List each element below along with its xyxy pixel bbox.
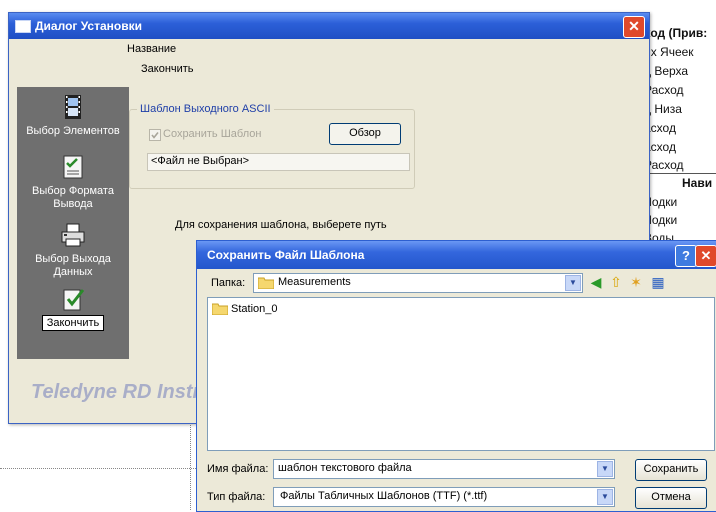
bg-doc-line: Нави xyxy=(682,176,713,190)
save-title: Сохранить Файл Шаблона xyxy=(207,248,365,262)
up-folder-icon[interactable]: ⇧ xyxy=(607,273,625,291)
save-button[interactable]: Сохранить xyxy=(635,459,707,481)
template-file-field: <Файл не Выбран> xyxy=(147,153,410,171)
save-template-dialog: Сохранить Файл Шаблона ? ✕ Папка: Measur… xyxy=(196,240,716,512)
dotted-guide xyxy=(0,468,200,469)
file-list[interactable]: Station_0 xyxy=(207,297,715,451)
sidebar-item-label: Выбор Выхода Данных xyxy=(35,253,111,278)
sidebar-item-select-data-output[interactable]: Выбор Выхода Данных xyxy=(17,221,129,279)
chevron-down-icon[interactable]: ▼ xyxy=(597,489,613,505)
setup-titlebar[interactable]: Диалог Установки ✕ xyxy=(9,13,649,39)
lookin-label: Папка: xyxy=(211,277,246,289)
filename-label: Имя файла: xyxy=(207,463,269,475)
wizard-sidebar: Выбор Элементов Выбор Формата Вывода Выб… xyxy=(17,87,129,359)
bg-doc-line: их Ячеек xyxy=(644,45,694,59)
filename-value: шаблон текстового файла xyxy=(278,462,412,474)
bg-doc-rule xyxy=(640,173,716,174)
folder-icon xyxy=(258,277,274,289)
bg-doc-line: д Верха xyxy=(644,64,689,78)
new-folder-icon[interactable]: ✶ xyxy=(627,273,645,291)
save-template-checkbox[interactable] xyxy=(149,129,161,141)
close-icon[interactable]: ✕ xyxy=(623,16,645,38)
finish-icon xyxy=(63,289,85,311)
filetype-label: Тип файла: xyxy=(207,491,266,503)
list-item[interactable]: Station_0 xyxy=(212,303,278,316)
sidebar-item-select-output-format[interactable]: Выбор Формата Вывода xyxy=(17,153,129,211)
chevron-down-icon[interactable]: ▼ xyxy=(597,461,613,477)
save-path-hint: Для сохранения шаблона, выберете путь xyxy=(175,219,387,231)
ascii-template-group xyxy=(129,109,415,189)
sidebar-item-label: Закончить xyxy=(41,315,105,331)
lookin-value: Measurements xyxy=(278,276,351,288)
setup-title: Диалог Установки xyxy=(35,19,142,33)
step-name: Название xyxy=(127,43,177,55)
cancel-button[interactable]: Отмена xyxy=(635,487,707,509)
filetype-value: Файлы Табличных Шаблонов (TTF) (*.ttf) xyxy=(280,490,488,502)
chevron-down-icon[interactable]: ▼ xyxy=(565,275,581,291)
filename-input[interactable]: шаблон текстового файла ▼ xyxy=(273,459,615,479)
save-titlebar[interactable]: Сохранить Файл Шаблона ? ✕ xyxy=(197,241,716,269)
step-finish: Закончить xyxy=(141,63,194,75)
sidebar-item-label: Выбор Элементов xyxy=(26,125,120,137)
folder-icon xyxy=(212,303,228,316)
close-icon[interactable]: ✕ xyxy=(695,245,716,267)
window-icon xyxy=(15,20,31,33)
save-template-label: Сохранить Шаблон xyxy=(163,128,262,140)
sidebar-item-label: Выбор Формата Вывода xyxy=(32,185,114,210)
dotted-guide xyxy=(190,410,191,510)
background-document: ход (Прив: их Ячеек д Верха Расход д Низ… xyxy=(640,20,716,250)
view-menu-icon[interactable]: ▦ xyxy=(649,273,667,291)
checklist-icon xyxy=(63,155,83,179)
checkmark-icon xyxy=(151,132,159,139)
sidebar-item-select-elements[interactable]: Выбор Элементов xyxy=(17,93,129,138)
film-icon xyxy=(65,95,81,119)
browse-button[interactable]: Обзор xyxy=(329,123,401,145)
back-icon[interactable]: ◀ xyxy=(587,273,605,291)
lookin-dropdown[interactable]: Measurements ▼ xyxy=(253,273,583,293)
ascii-template-legend: Шаблон Выходного ASCII xyxy=(137,103,274,115)
file-name: Station_0 xyxy=(231,303,278,316)
printer-icon xyxy=(61,223,85,247)
help-icon[interactable]: ? xyxy=(675,245,697,267)
filetype-dropdown[interactable]: Файлы Табличных Шаблонов (TTF) (*.ttf) ▼ xyxy=(273,487,615,507)
bg-doc-line: ход (Прив: xyxy=(644,26,708,40)
sidebar-item-finish[interactable]: Закончить xyxy=(17,285,129,331)
